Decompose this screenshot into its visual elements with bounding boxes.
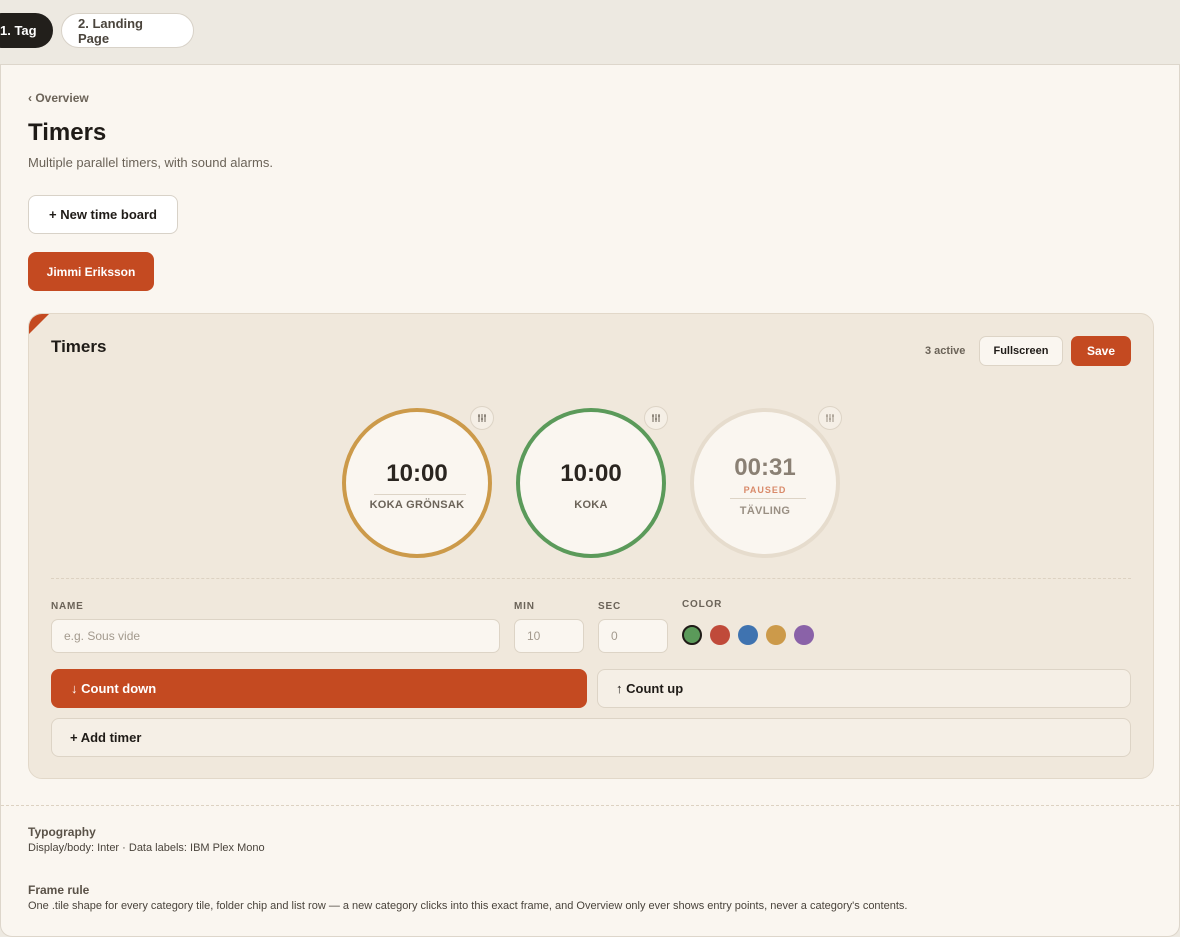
timer-name: KOKA GRÖNSAK — [369, 499, 465, 511]
color-swatch-red[interactable] — [710, 625, 730, 645]
add-timer-button[interactable]: + Add timer — [51, 718, 1131, 757]
board-corner-accent — [29, 314, 49, 334]
timer-circle[interactable]: 10:00 KOKA GRÖNSAK — [342, 408, 492, 558]
breadcrumb-overview[interactable]: ‹ Overview — [28, 91, 89, 105]
timer-divider — [374, 494, 466, 495]
color-swatch-blue[interactable] — [738, 625, 758, 645]
name-input[interactable] — [51, 619, 500, 653]
timer-status: PAUSED — [743, 485, 787, 495]
tab-bar: 1. Tag 2. Landing Page — [0, 0, 1180, 64]
user-board-button[interactable]: Jimmi Eriksson — [28, 252, 154, 291]
page-subtitle: Multiple parallel timers, with sound ala… — [28, 155, 273, 170]
timer-name: TÄVLING — [739, 505, 791, 517]
name-label: NAME — [51, 601, 84, 612]
color-swatch-gold[interactable] — [766, 625, 786, 645]
active-count: 3 active — [925, 345, 966, 357]
new-time-board-button[interactable]: + New time board — [28, 195, 178, 234]
footer-divider — [1, 805, 1179, 806]
count-down-button[interactable]: ↓ Count down — [51, 669, 587, 708]
board-divider — [51, 578, 1131, 579]
timer-time: 00:31 — [734, 454, 796, 481]
frame-rule-body: One .tile shape for every category tile,… — [28, 900, 908, 912]
count-up-button[interactable]: ↑ Count up — [597, 669, 1131, 708]
fullscreen-button[interactable]: Fullscreen — [979, 336, 1063, 366]
color-label: COLOR — [682, 599, 723, 610]
color-swatch-purple[interactable] — [794, 625, 814, 645]
timer-time: 10:00 — [560, 460, 622, 487]
timers-board: Timers 3 active Fullscreen Save 10:00 KO… — [28, 313, 1154, 779]
timer-circle[interactable]: 00:31 PAUSED TÄVLING — [690, 408, 840, 558]
timer-adjust-icon[interactable] — [470, 406, 494, 430]
timer-adjust-icon[interactable] — [818, 406, 842, 430]
board-title: Timers — [51, 337, 107, 356]
timer-time: 10:00 — [386, 460, 448, 487]
min-input[interactable] — [514, 619, 584, 653]
sec-label: SEC — [598, 601, 621, 612]
tab-landing-page[interactable]: 2. Landing Page — [61, 13, 194, 48]
min-label: MIN — [514, 601, 535, 612]
typography-heading: Typography — [28, 825, 96, 839]
page-panel: ‹ Overview Timers Multiple parallel time… — [0, 64, 1180, 937]
frame-rule-heading: Frame rule — [28, 883, 90, 897]
timer-circle[interactable]: 10:00 KOKA — [516, 408, 666, 558]
save-button[interactable]: Save — [1071, 336, 1131, 366]
timer-adjust-icon[interactable] — [644, 406, 668, 430]
sec-input[interactable] — [598, 619, 668, 653]
tab-tag[interactable]: 1. Tag — [0, 13, 53, 48]
timer-name: KOKA — [574, 499, 608, 511]
color-swatch-green[interactable] — [682, 625, 702, 645]
page-title: Timers — [28, 119, 107, 146]
typography-body: Display/body: Inter · Data labels: IBM P… — [28, 842, 265, 854]
timer-divider — [730, 498, 806, 499]
